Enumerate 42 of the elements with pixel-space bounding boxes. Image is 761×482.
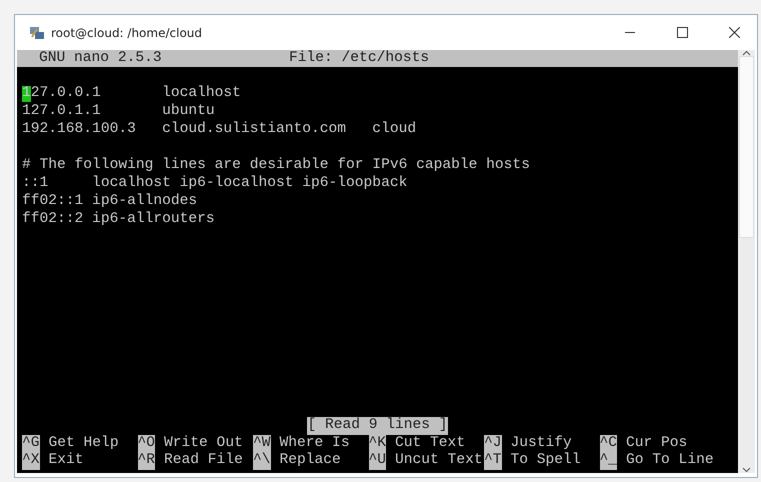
file-name: File: /etc/hosts <box>289 50 430 68</box>
terminal-app-icon <box>29 24 45 40</box>
shortcut-label: Uncut Text <box>395 452 483 470</box>
minimize-icon <box>625 32 635 34</box>
status-message: [ Read 9 lines ] <box>307 416 448 435</box>
shortcut-label: Cur Pos <box>626 434 688 452</box>
file-line: 192.168.100.3 cloud.sulistianto.com cloud <box>22 121 416 137</box>
file-line: ff02::2 ip6-allrouters <box>22 211 215 227</box>
close-icon <box>728 27 740 38</box>
shortcut-label: Go To Line <box>626 452 714 470</box>
file-line: ff02::1 ip6-allnodes <box>22 193 198 209</box>
shortcut-key: ^G <box>22 434 40 452</box>
shortcut-key: ^_ <box>600 452 618 470</box>
shortcut-key: ^\ <box>253 452 271 470</box>
nano-version: GNU nano 2.5.3 <box>39 50 163 68</box>
shortcut-key: ^O <box>138 434 156 452</box>
scroll-down-icon[interactable] <box>742 467 751 473</box>
shortcut-label: Cut Text <box>395 434 466 452</box>
shortcut-key: ^R <box>138 452 156 470</box>
shortcut-key: ^C <box>600 434 618 452</box>
shortcut-label: Where Is <box>280 434 350 452</box>
shortcut-key: ^U <box>368 452 386 470</box>
file-line: ::1 localhost ip6-localhost ip6-loopback <box>22 175 408 191</box>
scroll-thumb[interactable] <box>739 56 754 238</box>
scroll-up-icon[interactable] <box>742 50 751 56</box>
shortcut-key: ^W <box>253 434 271 452</box>
shortcut-key: ^X <box>22 452 40 470</box>
window-title: root@cloud: /home/cloud <box>51 26 204 40</box>
shortcut-label: Get Help <box>48 434 119 452</box>
shortcut-key: ^T <box>484 452 502 470</box>
shortcut-label: Justify <box>510 434 572 452</box>
shortcut-label: Write Out <box>164 434 243 452</box>
shortcut-key: ^J <box>484 434 502 452</box>
shortcut-label: Read File <box>164 452 243 470</box>
shortcut-label: Exit <box>48 452 84 470</box>
shortcut-label: Replace <box>280 452 341 470</box>
maximize-icon <box>676 27 688 38</box>
file-line: # The following lines are desirable for IPv6 capable hosts <box>22 157 530 173</box>
scrollbar[interactable] <box>738 50 755 473</box>
file-line: 127.0.1.1 ubuntu <box>22 103 215 119</box>
shortcut-key: ^K <box>368 434 386 452</box>
shortcut-label: To Spell <box>510 452 581 470</box>
